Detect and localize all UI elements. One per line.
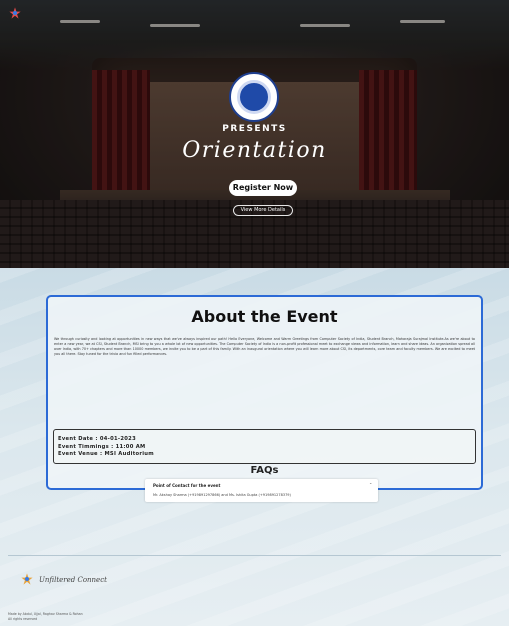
- about-event-card: About the Event We through curiosity and…: [46, 295, 483, 502]
- about-title: About the Event: [191, 307, 338, 326]
- footer-brand[interactable]: Unfiltered Connect: [39, 576, 107, 584]
- register-now-button[interactable]: Register Now: [229, 180, 297, 196]
- presents-label: PRESENTS: [222, 124, 287, 134]
- faq-answer: Mr. Akshay Sharma (+919891297866) and Ms…: [153, 493, 291, 497]
- csi-logo-icon[interactable]: [8, 6, 22, 20]
- credits-line: All rights reserved: [8, 616, 38, 621]
- faq-question[interactable]: Point of Contact for the event: [153, 483, 220, 488]
- about-description: We through curiosity and looking at oppo…: [54, 337, 475, 356]
- event-date: Event Date : 04-01-2023: [58, 436, 136, 442]
- faq-title: FAQs: [250, 465, 279, 476]
- event-timing: Event Timmings : 11:00 AM: [58, 443, 146, 450]
- csi-emblem-icon: [229, 72, 279, 122]
- event-venue: Event Venue : MSI Auditorium: [58, 451, 154, 457]
- view-more-details-button[interactable]: View More Details: [233, 205, 293, 216]
- faq-item[interactable]: Point of Contact for the event ⌃ Mr. Aks…: [145, 479, 378, 502]
- brand-logo-icon[interactable]: [20, 572, 34, 586]
- event-details-box: Event Date : 04-01-2023 Event Timmings :…: [53, 429, 476, 464]
- hero-banner: PRESENTS Orientation Register Now View M…: [0, 0, 509, 268]
- credits-line: Made by Abdul, Ujjal, Raghav Sharma & Ro…: [8, 612, 83, 616]
- footer-divider: [8, 555, 501, 556]
- event-title: Orientation: [182, 138, 327, 163]
- footer-credits: Made by Abdul, Ujjal, Raghav Sharma & Ro…: [8, 612, 83, 621]
- chevron-down-icon[interactable]: ⌃: [369, 482, 372, 487]
